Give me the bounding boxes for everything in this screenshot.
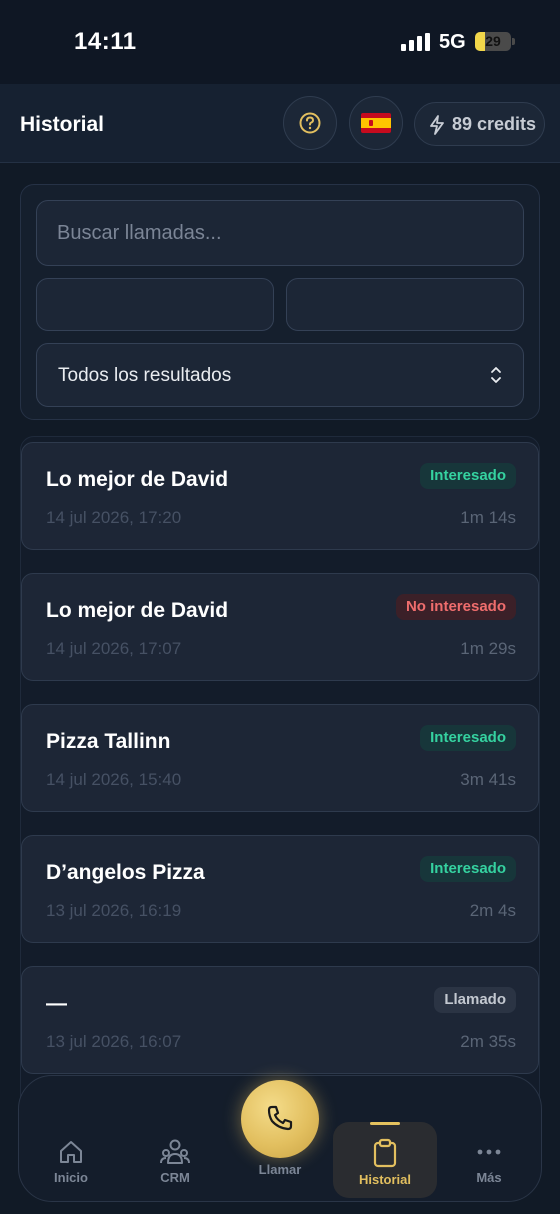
call-name: D’angelos Pizza (46, 861, 205, 884)
lightning-icon (430, 115, 444, 135)
call-duration: 2m 4s (469, 901, 516, 920)
language-button[interactable] (349, 96, 403, 150)
cellular-signal-icon (401, 33, 430, 51)
nav-label: Más (476, 1170, 502, 1185)
status-badge: No interesado (395, 594, 516, 620)
call-name: Lo mejor de David (46, 599, 229, 622)
people-icon (160, 1139, 190, 1164)
battery-icon: 29 (475, 32, 511, 51)
more-dots-icon (477, 1149, 501, 1155)
help-button[interactable] (283, 96, 337, 150)
call-duration: 1m 14s (460, 508, 516, 527)
call-date: 14 jul 2026, 15:40 (46, 770, 182, 789)
call-duration: 3m 41s (460, 770, 516, 789)
nav-item-inicio[interactable]: Inicio (26, 1138, 116, 1185)
nav-label: CRM (160, 1170, 190, 1185)
nav-label: Historial (358, 1172, 411, 1187)
call-duration: 1m 29s (460, 639, 516, 658)
call-name: Pizza Tallinn (46, 730, 171, 753)
call-card[interactable]: Lo mejor de David No interesado 14 jul 2… (21, 573, 539, 681)
phone-icon (267, 1105, 293, 1131)
date-to-field[interactable] (286, 278, 524, 331)
credits-label: 89 credits (452, 114, 537, 134)
help-icon (299, 112, 321, 134)
call-name: — (46, 992, 67, 1015)
call-duration: 2m 35s (460, 1032, 516, 1051)
status-badge: Interesado (420, 856, 516, 882)
result-filter-value: Todos los resultados (58, 365, 232, 386)
battery-level: 29 (485, 33, 501, 49)
nav-label-llamar: Llamar (258, 1162, 302, 1177)
nav-label: Inicio (54, 1170, 88, 1185)
app-header: Historial 89 credits (0, 84, 560, 163)
search-input[interactable] (37, 201, 523, 265)
call-card[interactable]: Pizza Tallinn Interesado 14 jul 2026, 15… (21, 704, 539, 812)
call-card[interactable]: — Llamado 13 jul 2026, 16:07 2m 35s (21, 966, 539, 1074)
call-date: 13 jul 2026, 16:07 (46, 1032, 182, 1051)
call-date: 13 jul 2026, 16:19 (46, 901, 182, 920)
call-button[interactable] (241, 1080, 319, 1158)
nav-item-mas[interactable]: Más (444, 1138, 534, 1185)
spain-flag-icon (361, 113, 391, 133)
call-name: Lo mejor de David (46, 468, 229, 491)
battery-cap (512, 38, 515, 45)
call-date: 14 jul 2026, 17:07 (46, 639, 182, 658)
status-bar: 14:11 5G 29 (0, 0, 560, 84)
call-card[interactable]: D’angelos Pizza Interesado 13 jul 2026, … (21, 835, 539, 943)
status-badge: Llamado (434, 987, 516, 1013)
date-from-field[interactable] (36, 278, 274, 331)
nav-active-indicator (370, 1122, 400, 1125)
call-card[interactable]: Lo mejor de David Interesado 14 jul 2026… (21, 442, 539, 550)
network-type: 5G (439, 31, 466, 53)
nav-item-crm[interactable]: CRM (130, 1138, 220, 1185)
home-icon (60, 1141, 82, 1163)
status-time: 14:11 (74, 28, 137, 55)
result-filter-select[interactable]: Todos los resultados (36, 343, 524, 407)
search-field[interactable] (36, 200, 524, 266)
clipboard-icon (373, 1138, 397, 1168)
credits-button[interactable]: 89 credits (414, 102, 545, 146)
nav-item-historial[interactable]: Historial (340, 1138, 430, 1187)
status-badge: Interesado (420, 725, 516, 751)
call-date: 14 jul 2026, 17:20 (46, 508, 182, 527)
chevron-up-down-icon (491, 367, 501, 383)
page-title: Historial (20, 113, 105, 136)
status-badge: Interesado (420, 463, 516, 489)
